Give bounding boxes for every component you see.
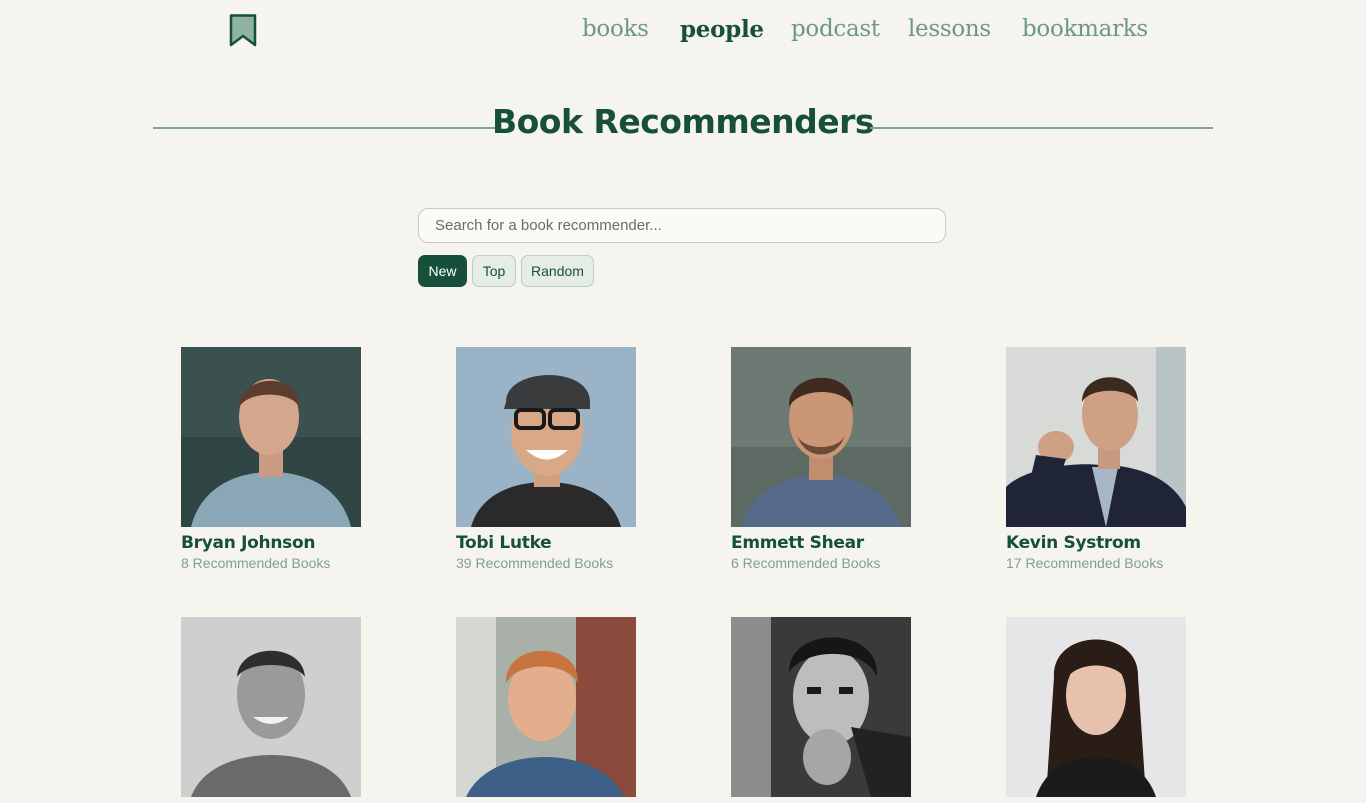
person-photo[interactable] [1006,617,1186,797]
person-name[interactable]: Tobi Lutke [456,533,676,553]
person-name[interactable]: Bryan Johnson [181,533,401,553]
person-card[interactable]: Bryan Johnson 8 Recommended Books [181,347,401,571]
nav-bookmarks[interactable]: bookmarks [1022,16,1148,42]
recommended-count: 17 Recommended Books [1006,555,1164,571]
recommended-count: 8 Recommended Books [181,555,331,571]
nav-lessons[interactable]: lessons [908,16,991,42]
recommended-count: 6 Recommended Books [731,555,881,571]
page-header: Book Recommenders [153,100,1213,152]
person-name[interactable]: Kevin Systrom [1006,533,1226,553]
person-card[interactable] [731,617,951,803]
filter-new-button[interactable]: New [418,255,467,287]
person-photo[interactable] [731,347,911,527]
person-card[interactable] [181,617,401,803]
filter-random-button[interactable]: Random [521,255,594,287]
person-photo[interactable] [181,347,361,527]
person-photo[interactable] [456,347,636,527]
person-photo[interactable] [1006,347,1186,527]
filter-top-button[interactable]: Top [472,255,516,287]
person-photo[interactable] [181,617,361,797]
person-photo[interactable] [456,617,636,797]
title-divider-right [870,127,1213,129]
page-title: Book Recommenders [491,102,875,141]
recommended-count: 39 Recommended Books [456,555,614,571]
person-name[interactable]: Emmett Shear [731,533,951,553]
nav-books[interactable]: books [582,16,649,42]
person-card[interactable]: Kevin Systrom 17 Recommended Books [1006,347,1226,571]
person-card[interactable]: Emmett Shear 6 Recommended Books [731,347,951,571]
nav-podcast[interactable]: podcast [791,16,880,42]
person-photo[interactable] [731,617,911,797]
main-nav: books people podcast lessons bookmarks [0,14,1366,54]
search-input[interactable] [418,208,946,243]
person-card[interactable]: Tobi Lutke 39 Recommended Books [456,347,676,571]
nav-people[interactable]: people [680,16,764,43]
person-card[interactable] [456,617,676,803]
person-card[interactable] [1006,617,1226,803]
